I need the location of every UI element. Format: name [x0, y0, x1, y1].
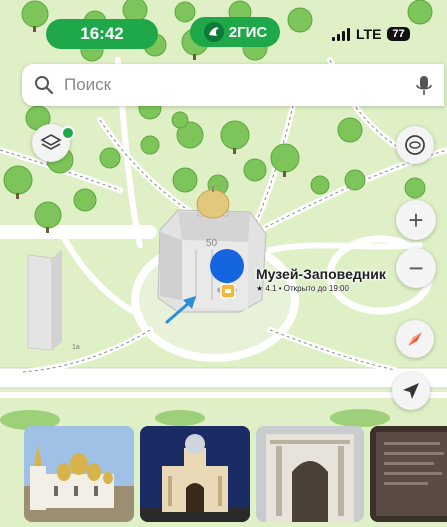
app-brand-badge: 2ГИС: [190, 17, 280, 47]
plus-icon: +: [408, 205, 424, 235]
layers-button[interactable]: [32, 124, 75, 162]
carved-facade-photo[interactable]: [256, 426, 364, 522]
2gis-logo-icon: [203, 22, 224, 42]
status-indicators: LTE 77: [332, 24, 410, 44]
location-arrow-icon: [403, 383, 419, 399]
minus-icon: −: [408, 253, 424, 283]
photo-carousel[interactable]: [0, 426, 447, 527]
building-number: 50: [206, 238, 218, 249]
layers-badge: [61, 126, 75, 140]
info-plaque-photo[interactable]: [370, 426, 447, 522]
search-icon: [35, 76, 54, 95]
signal-icon: [332, 27, 350, 41]
house-number-label: 1а: [72, 344, 80, 351]
status-time: 16:42: [46, 19, 158, 49]
zoom-in-button[interactable]: +: [396, 200, 436, 240]
my-location-button[interactable]: [392, 372, 430, 410]
brand-name: 2ГИС: [228, 23, 268, 41]
compass-button[interactable]: [396, 126, 434, 164]
zoom-out-button[interactable]: −: [396, 248, 436, 288]
search-bar[interactable]: [22, 64, 444, 106]
cathedral-ensemble-photo[interactable]: [24, 426, 134, 522]
battery-icon: 77: [387, 27, 410, 41]
search-input[interactable]: [62, 74, 386, 96]
network-type: LTE: [356, 26, 382, 42]
compass-icon: [405, 135, 425, 155]
cathedral-night-photo[interactable]: [140, 426, 250, 522]
place-rating-hours: ★ 4.1 • Открыто до 19:00: [256, 284, 349, 293]
navigation-direction-button[interactable]: [396, 320, 434, 358]
layers-icon: [40, 134, 62, 150]
microphone-icon[interactable]: [416, 75, 432, 97]
place-name[interactable]: Музей-Заповедник: [256, 266, 386, 282]
navigation-arrow-icon: [408, 332, 422, 346]
